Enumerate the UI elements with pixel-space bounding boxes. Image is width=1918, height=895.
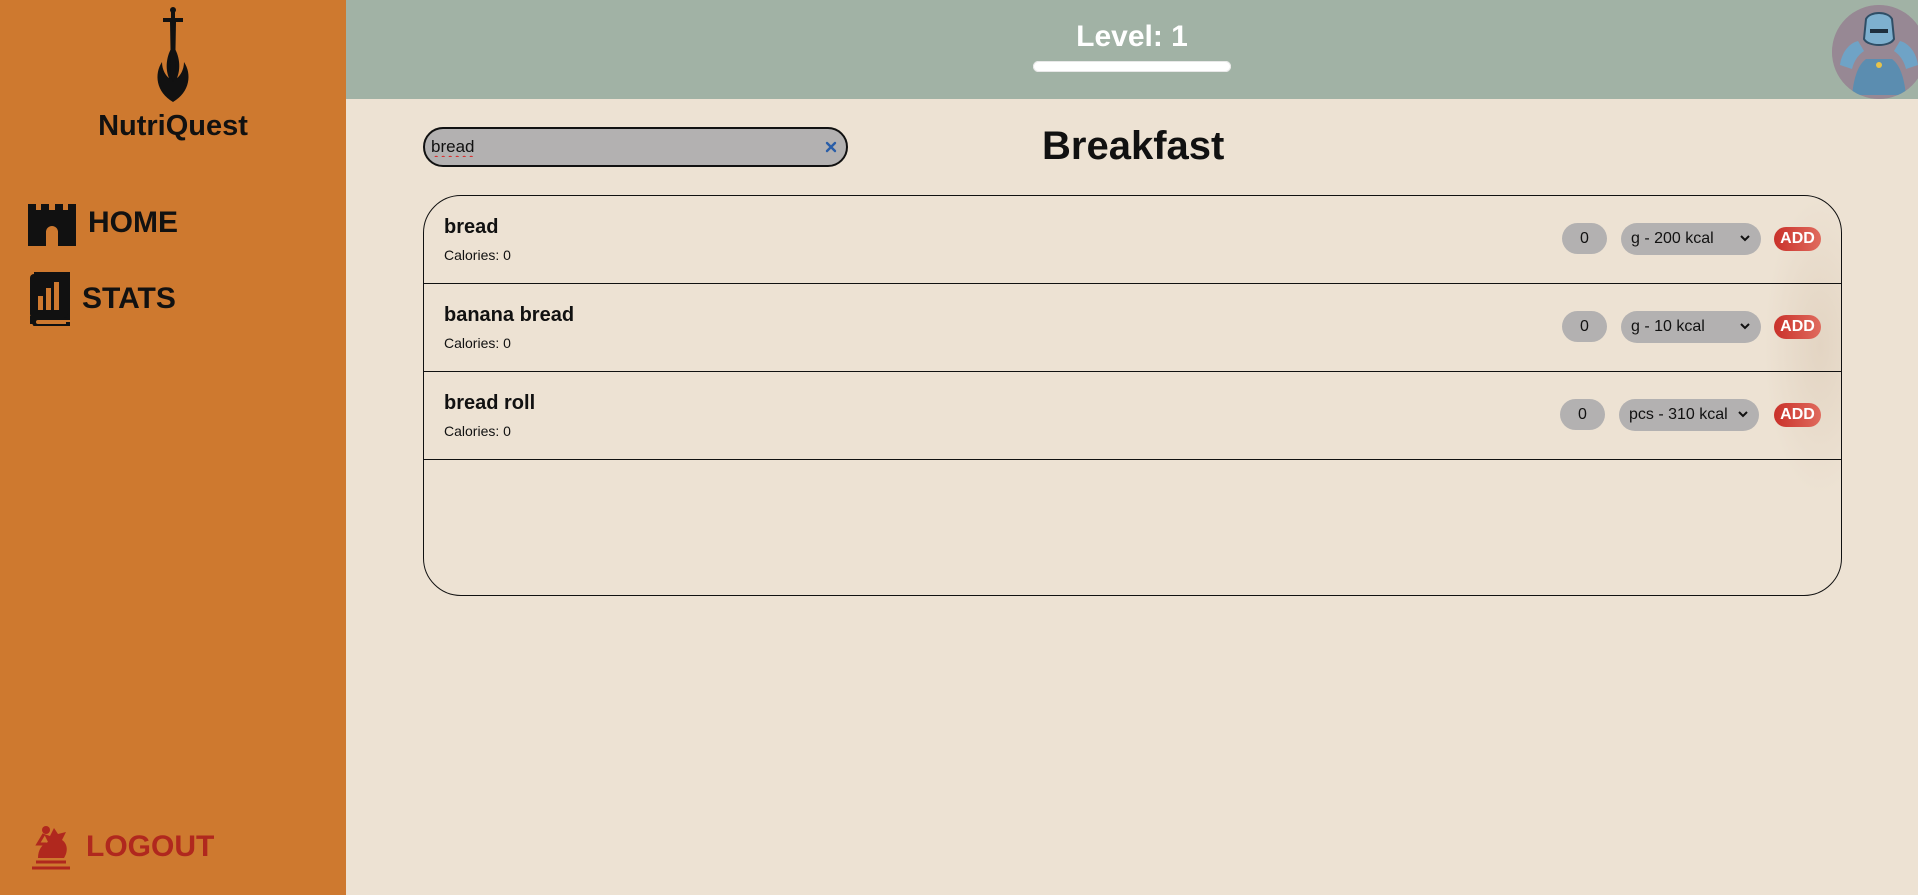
app-name: NutriQuest (98, 110, 248, 142)
nav-logout-label: LOGOUT (86, 830, 215, 863)
unit-select-value: g - 10 kcal (1631, 318, 1705, 335)
food-calories: Calories: 0 (444, 423, 511, 439)
nav-logout[interactable]: LOGOUT (26, 822, 214, 872)
add-food-button[interactable]: ADD (1774, 227, 1821, 251)
food-calories: Calories: 0 (444, 247, 511, 263)
food-row: bread roll Calories: 0 pcs - 310 kcal AD… (424, 372, 1841, 460)
food-name: bread roll (444, 392, 536, 414)
food-search (423, 127, 848, 167)
unit-select-value: pcs - 310 kcal (1629, 406, 1728, 423)
knight-horse-icon (32, 826, 70, 870)
nav-stats-label: STATS (82, 282, 176, 315)
food-calories: Calories: 0 (444, 335, 511, 351)
quantity-input[interactable] (1562, 311, 1607, 342)
knight-avatar-icon (1832, 5, 1918, 99)
level-label: Level: 1 (1076, 20, 1188, 53)
nav-home-label: HOME (88, 206, 178, 239)
sword-flame-logo-icon (157, 7, 189, 102)
stats-book-icon (30, 272, 70, 326)
nav-stats[interactable]: STATS (26, 272, 176, 326)
add-food-button[interactable]: ADD (1774, 315, 1821, 339)
sidebar: NutriQuest HOME STATS LOGOUT (0, 0, 346, 895)
food-row: banana bread Calories: 0 g - 10 kcal ADD (424, 284, 1841, 372)
castle-icon (28, 204, 76, 246)
chevron-down-icon (1738, 411, 1748, 418)
search-input[interactable] (425, 129, 811, 165)
food-name: banana bread (444, 304, 575, 326)
food-results-list: bread Calories: 0 g - 200 kcal ADD banan… (423, 195, 1842, 596)
chevron-down-icon (1740, 323, 1750, 330)
add-food-button[interactable]: ADD (1774, 403, 1821, 427)
unit-select-value: g - 200 kcal (1631, 230, 1714, 247)
close-icon (825, 141, 837, 153)
chevron-down-icon (1740, 235, 1750, 242)
level-progress-bar (1033, 61, 1231, 72)
meal-title: Breakfast (1042, 124, 1225, 168)
unit-select[interactable]: pcs - 310 kcal (1619, 399, 1759, 431)
quantity-input[interactable] (1562, 223, 1607, 254)
unit-select[interactable]: g - 200 kcal (1621, 223, 1761, 255)
search-clear-button[interactable] (822, 138, 840, 156)
quantity-input[interactable] (1560, 399, 1605, 430)
nav-home[interactable]: HOME (26, 200, 178, 246)
food-name: bread (444, 216, 499, 238)
unit-select[interactable]: g - 10 kcal (1621, 311, 1761, 343)
avatar[interactable] (1832, 5, 1918, 99)
food-row: bread Calories: 0 g - 200 kcal ADD (424, 196, 1841, 284)
top-bar: Level: 1 (346, 0, 1918, 99)
app-logo (0, 6, 346, 106)
